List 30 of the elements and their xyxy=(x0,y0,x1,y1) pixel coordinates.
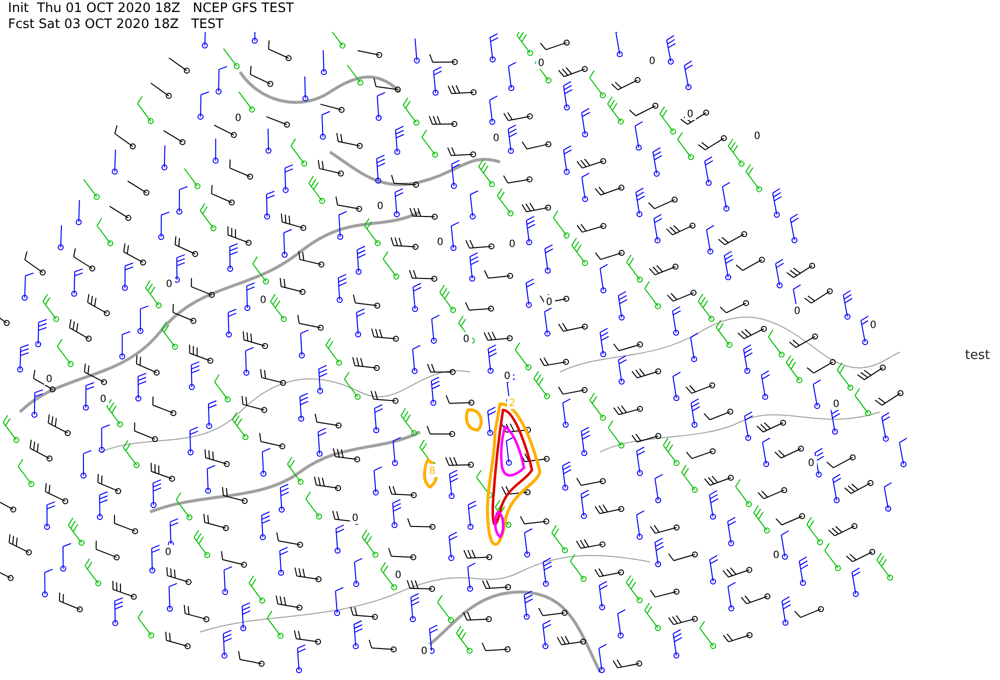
contour-label: 0 xyxy=(754,131,760,142)
contour-label: 0 xyxy=(504,371,510,382)
contour-label: 0 xyxy=(687,109,694,120)
contour-label: 0 xyxy=(437,237,444,248)
contour-label: 0 xyxy=(166,279,172,290)
header-text: Init Thu 01 OCT 2020 18Z NCEP GFS TEST xyxy=(8,1,295,17)
contour-label: 0 xyxy=(808,458,814,469)
contour-label: 0 xyxy=(538,58,544,69)
contour-label: 0 xyxy=(165,547,172,558)
contour-label: 0 xyxy=(260,295,266,306)
contour-label: 0 xyxy=(395,570,402,581)
contour-label: 0 xyxy=(773,550,780,561)
legend-label: test xyxy=(965,347,990,366)
contour-label: 0 xyxy=(46,374,52,385)
contour-label: 0 xyxy=(100,394,106,405)
contour-label: 0 xyxy=(463,334,470,345)
contour-label: 0 xyxy=(352,513,358,524)
contour-label: 0 xyxy=(546,297,552,308)
contour-label: 0 xyxy=(421,646,428,657)
contour-label: 0 xyxy=(794,306,800,317)
contour-label: 0 xyxy=(235,113,242,124)
contour-label: 0 xyxy=(509,239,516,250)
header-text: Fcst Sat 03 OCT 2020 18Z TEST xyxy=(8,17,225,33)
contour-label: 0 xyxy=(493,133,500,144)
contour-label: 0 xyxy=(649,56,656,67)
contour-label: 8 xyxy=(429,466,436,477)
contour-label: 0 xyxy=(377,201,384,212)
contour-label: 0 xyxy=(833,399,840,410)
contour-label: 2 xyxy=(509,398,516,409)
contour-label: 0 xyxy=(870,320,876,331)
